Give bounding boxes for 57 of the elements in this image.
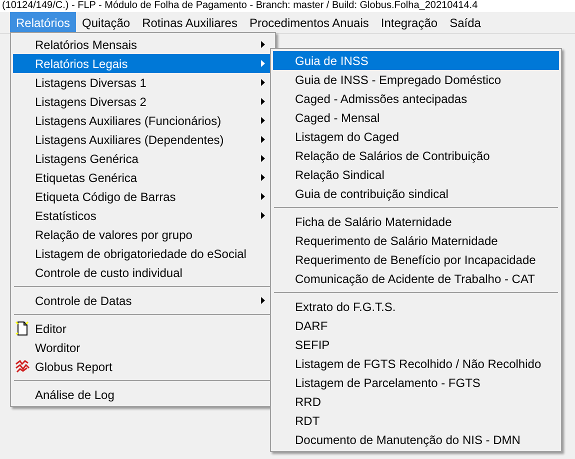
menu-item[interactable]: Globus Report (13, 357, 273, 376)
menu-item[interactable]: Listagem de FGTS Recolhido / Não Recolhido (273, 354, 559, 373)
menu-item[interactable]: Relação de valores por grupo (13, 225, 273, 244)
menu-item[interactable]: Etiqueta Código de Barras (13, 187, 273, 206)
menu-item[interactable]: Listagens Diversas 2 (13, 92, 273, 111)
menu-item[interactable]: Comunicação de Acidente de Trabalho - CAT (273, 269, 559, 288)
menu-item[interactable]: Controle de Datas (13, 291, 273, 310)
menu-item[interactable]: Documento de Manutenção do NIS - DMN (273, 430, 559, 449)
menu-item[interactable]: Análise de Log (13, 385, 273, 404)
menu-item[interactable]: Caged - Mensal (273, 108, 559, 127)
menu-item[interactable]: Listagem de Parcelamento - FGTS (273, 373, 559, 392)
menu-item[interactable]: Requerimento de Benefício por Incapacidade (273, 250, 559, 269)
menu-item[interactable]: Ficha de Salário Maternidade (273, 212, 559, 231)
menu-item[interactable]: Listagens Genérica (13, 149, 273, 168)
menu-item[interactable]: Editor (13, 319, 273, 338)
submenu-arrow-icon (261, 117, 265, 124)
menu-item[interactable]: Relação de Salários de Contribuição (273, 146, 559, 165)
menu-item[interactable]: Listagens Auxiliares (Funcionários) (13, 111, 273, 130)
submenu-arrow-icon (261, 155, 265, 162)
menu-item[interactable]: Listagem de obrigatoriedade do eSocial (13, 244, 273, 263)
scribble-icon (15, 359, 30, 374)
menu-item[interactable]: SEFIP (273, 335, 559, 354)
menu-item[interactable]: Requerimento de Salário Maternidade (273, 231, 559, 250)
submenu-arrow-icon (261, 79, 265, 86)
menu-item[interactable]: Guia de contribuição sindical (273, 184, 559, 203)
menu-item[interactable]: DARF (273, 316, 559, 335)
window-title: (10124/149/C.) - FLP - Módulo de Folha de Pagamento - Branch: master / Build: Globus.Folha_20210414.4 (0, 0, 575, 12)
menu-item[interactable]: Relatórios Mensais (13, 35, 273, 54)
menu-item[interactable]: Relatórios Legais (13, 54, 273, 73)
menu-bar-item[interactable]: Rotinas Auxiliares (136, 12, 244, 33)
menu-item[interactable]: Listagens Diversas 1 (13, 73, 273, 92)
document-icon (15, 321, 30, 336)
menu-bar-item[interactable]: Saída (444, 12, 487, 33)
menu-item[interactable]: RRD (273, 392, 559, 411)
submenu-arrow-icon (261, 297, 265, 304)
menu-item[interactable]: Guia de INSS (273, 51, 559, 70)
menu-item[interactable]: Relação Sindical (273, 165, 559, 184)
menu-item[interactable]: Listagens Auxiliares (Dependentes) (13, 130, 273, 149)
menu-item[interactable]: RDT (273, 411, 559, 430)
submenu-arrow-icon (261, 41, 265, 48)
menu-item[interactable]: Estatísticos (13, 206, 273, 225)
menu-item[interactable]: Caged - Admissões antecipadas (273, 89, 559, 108)
submenu-arrow-icon (261, 136, 265, 143)
submenu-arrow-icon (261, 98, 265, 105)
submenu-arrow-icon (261, 212, 265, 219)
submenu-arrow-icon (261, 174, 265, 181)
menu-item[interactable]: Listagem do Caged (273, 127, 559, 146)
menu-item[interactable]: Guia de INSS - Empregado Doméstico (273, 70, 559, 89)
menu-item[interactable]: Extrato do F.G.T.S. (273, 297, 559, 316)
menu-bar-item[interactable]: Quitação (76, 12, 136, 33)
menu-bar-item[interactable]: Integração (374, 12, 444, 33)
submenu-arrow-icon (261, 60, 265, 67)
menu-item[interactable]: Controle de custo individual (13, 263, 273, 282)
menu-item[interactable]: Worditor (13, 338, 273, 357)
menu-item[interactable]: Etiquetas Genérica (13, 168, 273, 187)
submenu-arrow-icon (261, 193, 265, 200)
menu-bar-item[interactable]: Procedimentos Anuais (243, 12, 375, 33)
